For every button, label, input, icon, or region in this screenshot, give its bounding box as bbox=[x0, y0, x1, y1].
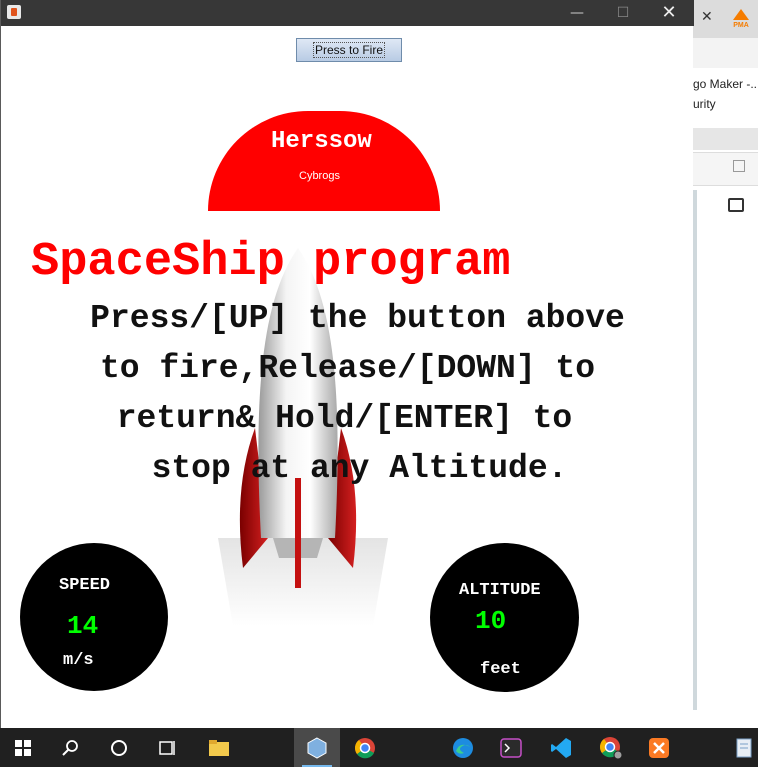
background-app-window: ✕ PMA go Maker -.. urity bbox=[693, 0, 758, 728]
close-button[interactable]: ✕ bbox=[646, 0, 692, 26]
speed-unit: m/s bbox=[63, 651, 94, 670]
background-panel-header bbox=[693, 152, 758, 186]
close-tab-icon[interactable]: ✕ bbox=[701, 8, 713, 25]
speed-label: SPEED bbox=[59, 576, 111, 595]
instruction-line-2: to fire,Release/[DOWN] to bbox=[99, 350, 596, 387]
notepad-icon[interactable] bbox=[730, 728, 758, 767]
altitude-value: 10 bbox=[475, 606, 507, 636]
xampp-icon[interactable] bbox=[636, 728, 682, 767]
background-tab-title: go Maker -.. bbox=[693, 77, 758, 91]
chrome-icon[interactable] bbox=[342, 728, 388, 767]
chrome-profile-icon[interactable] bbox=[588, 728, 634, 767]
maximize-icon[interactable] bbox=[733, 160, 745, 172]
team-name: Cybrogs bbox=[299, 170, 340, 182]
background-side-text: urity bbox=[693, 97, 716, 111]
terminal-icon[interactable] bbox=[488, 728, 534, 767]
minimize-button[interactable]: — bbox=[554, 0, 600, 26]
vscode-icon[interactable] bbox=[538, 728, 584, 767]
press-to-fire-label: Press to Fire bbox=[312, 42, 385, 58]
phpmyadmin-logo-icon bbox=[733, 9, 749, 20]
speed-gauge: SPEED 14 m/s bbox=[20, 543, 168, 691]
background-toolbar bbox=[693, 38, 758, 68]
title-bar: — ☐ ✕ bbox=[1, 0, 694, 26]
instruction-line-3: return& Hold/[ENTER] to bbox=[116, 400, 573, 437]
header-dome bbox=[208, 111, 440, 211]
task-view-icon[interactable] bbox=[144, 728, 190, 767]
background-divider bbox=[693, 128, 758, 150]
press-to-fire-button[interactable]: Press to Fire bbox=[296, 38, 402, 62]
maximize-button[interactable]: ☐ bbox=[600, 0, 646, 26]
altitude-label: ALTITUDE bbox=[459, 581, 541, 600]
virtualbox-icon[interactable] bbox=[294, 728, 340, 767]
edge-icon[interactable] bbox=[440, 728, 486, 767]
pma-badge: PMA bbox=[733, 22, 749, 29]
windows-taskbar bbox=[0, 728, 758, 767]
cortana-icon[interactable] bbox=[96, 728, 142, 767]
speed-value: 14 bbox=[67, 611, 99, 641]
windows-start-icon[interactable] bbox=[0, 728, 46, 767]
program-title: SpaceShip program bbox=[31, 236, 511, 289]
search-icon[interactable] bbox=[48, 728, 94, 767]
rocket-center-fin bbox=[295, 478, 301, 588]
spaceship-window: — ☐ ✕ Press to Fire Herssow Cybrogs Spac… bbox=[0, 0, 694, 728]
phpmyadmin-tab-icon[interactable]: PMA bbox=[731, 8, 751, 29]
printer-icon[interactable] bbox=[728, 198, 744, 212]
java-app-icon bbox=[7, 5, 21, 19]
file-explorer-icon[interactable] bbox=[196, 728, 242, 767]
instruction-line-1: Press/[UP] the button above bbox=[90, 300, 625, 337]
altitude-unit: feet bbox=[480, 660, 521, 679]
altitude-gauge: ALTITUDE 10 feet bbox=[430, 543, 579, 692]
instruction-line-4: stop at any Altitude. bbox=[151, 450, 568, 487]
author-name: Herssow bbox=[271, 128, 372, 155]
